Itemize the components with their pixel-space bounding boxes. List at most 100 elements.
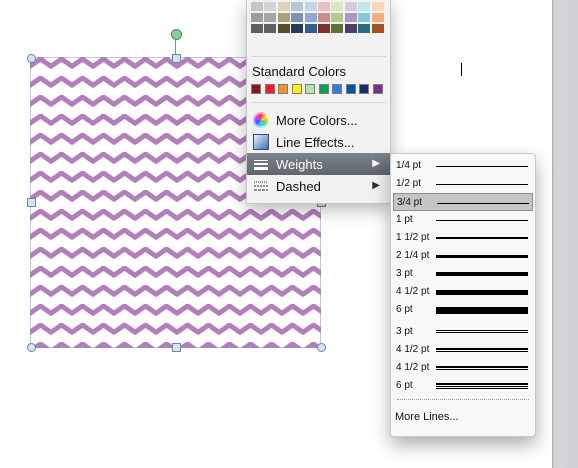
resize-handle-bottom-right[interactable] — [317, 343, 326, 352]
weight-option[interactable]: 4 1/2 pt — [391, 359, 535, 377]
theme-color-swatch[interactable] — [264, 13, 277, 22]
weight-option[interactable]: 3/4 pt — [393, 193, 533, 211]
weight-sample-line — [437, 202, 529, 204]
more-lines-item[interactable]: More Lines... — [395, 411, 459, 423]
theme-color-swatch[interactable] — [358, 24, 371, 33]
theme-color-swatch[interactable] — [304, 24, 317, 33]
standard-color-swatch[interactable] — [359, 84, 369, 94]
theme-color-swatch[interactable] — [251, 24, 263, 33]
resize-handle-top[interactable] — [172, 54, 181, 63]
submenu-arrow-icon: ▶ — [372, 158, 380, 169]
standard-color-swatch[interactable] — [318, 84, 329, 94]
theme-color-swatch[interactable] — [331, 2, 344, 11]
standard-color-swatch[interactable] — [251, 84, 261, 94]
weight-option-label: 3/4 pt — [397, 197, 423, 208]
weight-sample-line — [436, 254, 528, 258]
theme-color-swatch[interactable] — [358, 13, 371, 22]
weights-submenu: More Lines... 1/4 pt 1/2 pt 3/4 pt 1 pt 1 1/… — [390, 153, 536, 437]
weight-option-label: 2 1/4 pt — [396, 250, 430, 261]
more-colors-label: More Colors... — [276, 113, 358, 128]
standard-colors-label: Standard Colors — [252, 64, 346, 79]
theme-color-swatch[interactable] — [291, 24, 304, 33]
weight-sample-line — [436, 350, 528, 352]
weight-option[interactable]: 6 pt — [391, 301, 535, 319]
weights-item[interactable]: Weights ▶ — [247, 153, 390, 175]
theme-color-swatch[interactable] — [277, 2, 290, 11]
theme-color-swatch[interactable] — [304, 2, 317, 11]
resize-handle-bottom[interactable] — [172, 343, 181, 352]
standard-color-swatch[interactable] — [291, 84, 302, 94]
theme-color-swatch[interactable] — [264, 2, 277, 11]
weight-option-label: 4 1/2 pt — [396, 344, 430, 355]
submenu-separator — [397, 399, 529, 400]
theme-color-swatch[interactable] — [331, 13, 344, 22]
theme-color-swatch[interactable] — [277, 13, 290, 22]
menu-separator — [251, 102, 386, 103]
theme-color-swatch[interactable] — [291, 13, 304, 22]
theme-color-swatch[interactable] — [358, 2, 371, 11]
line-color-menu: Standard Colors More Colors... Line Effe… — [246, 0, 391, 204]
standard-color-swatch[interactable] — [305, 84, 315, 94]
more-colors-item[interactable]: More Colors... — [247, 109, 390, 131]
line-effects-item[interactable]: Line Effects... — [247, 131, 390, 153]
weight-option-label: 3 pt — [396, 326, 413, 337]
resize-handle-left[interactable] — [27, 198, 36, 207]
theme-color-swatch[interactable] — [331, 24, 344, 33]
theme-color-swatch[interactable] — [264, 24, 277, 33]
standard-color-swatch[interactable] — [372, 84, 383, 94]
theme-color-column — [264, 2, 277, 35]
theme-color-swatch[interactable] — [277, 24, 290, 33]
standard-color-swatch[interactable] — [264, 84, 275, 94]
weight-option[interactable]: 4 1/2 pt — [391, 341, 535, 359]
weight-sample-line — [436, 385, 528, 387]
resize-handle-bottom-left[interactable] — [27, 343, 36, 352]
weight-option[interactable]: 1/2 pt — [391, 175, 535, 193]
submenu-arrow-icon: ▶ — [372, 180, 380, 191]
theme-color-swatch[interactable] — [344, 2, 357, 11]
theme-color-swatch[interactable] — [304, 13, 317, 22]
standard-color-swatch[interactable] — [345, 84, 356, 94]
theme-color-swatch[interactable] — [251, 2, 263, 11]
weight-option[interactable]: 4 1/2 pt — [391, 283, 535, 301]
dashed-item[interactable]: Dashed ▶ — [247, 175, 390, 197]
weight-option[interactable]: 1/4 pt — [391, 157, 535, 175]
theme-color-swatch[interactable] — [371, 24, 384, 33]
theme-color-swatch[interactable] — [371, 13, 384, 22]
weight-sample-line — [436, 183, 528, 185]
theme-color-column — [331, 2, 344, 35]
weight-option[interactable]: 2 1/4 pt — [391, 247, 535, 265]
resize-handle-top-left[interactable] — [27, 54, 36, 63]
theme-color-swatch[interactable] — [291, 2, 304, 11]
theme-color-column — [318, 2, 330, 35]
weight-option[interactable]: 3 pt — [391, 323, 535, 341]
weight-sample-line — [436, 347, 528, 350]
theme-color-swatch[interactable] — [318, 13, 330, 22]
line-effects-icon — [253, 134, 269, 150]
text-cursor — [461, 63, 462, 76]
weight-option[interactable]: 3 pt — [391, 265, 535, 283]
weight-option[interactable]: 1 pt — [391, 211, 535, 229]
theme-color-swatch[interactable] — [344, 13, 357, 22]
weight-option[interactable]: 6 pt — [391, 377, 535, 395]
weight-option-label: 1/2 pt — [396, 178, 422, 189]
weight-option[interactable]: 1 1/2 pt — [391, 229, 535, 247]
theme-color-swatch[interactable] — [344, 24, 357, 33]
theme-color-swatch[interactable] — [318, 24, 330, 33]
theme-color-swatch[interactable] — [371, 2, 384, 11]
weights-label: Weights — [276, 157, 323, 172]
weight-option-label: 6 pt — [396, 304, 413, 315]
weight-sample-line — [436, 165, 528, 167]
theme-color-swatch[interactable] — [318, 2, 330, 11]
rotation-handle[interactable] — [171, 29, 182, 40]
weight-sample-line — [436, 219, 528, 221]
color-wheel-icon — [253, 112, 269, 128]
weight-option-label: 1 pt — [396, 214, 413, 225]
theme-color-swatch[interactable] — [251, 13, 263, 22]
theme-color-column — [358, 2, 371, 35]
weight-sample-line — [436, 272, 528, 276]
weight-sample-line — [436, 365, 528, 368]
standard-color-swatch[interactable] — [332, 84, 342, 94]
standard-color-swatch[interactable] — [278, 84, 288, 94]
weight-option-label: 6 pt — [396, 380, 413, 391]
weight-sample-line — [436, 332, 528, 333]
